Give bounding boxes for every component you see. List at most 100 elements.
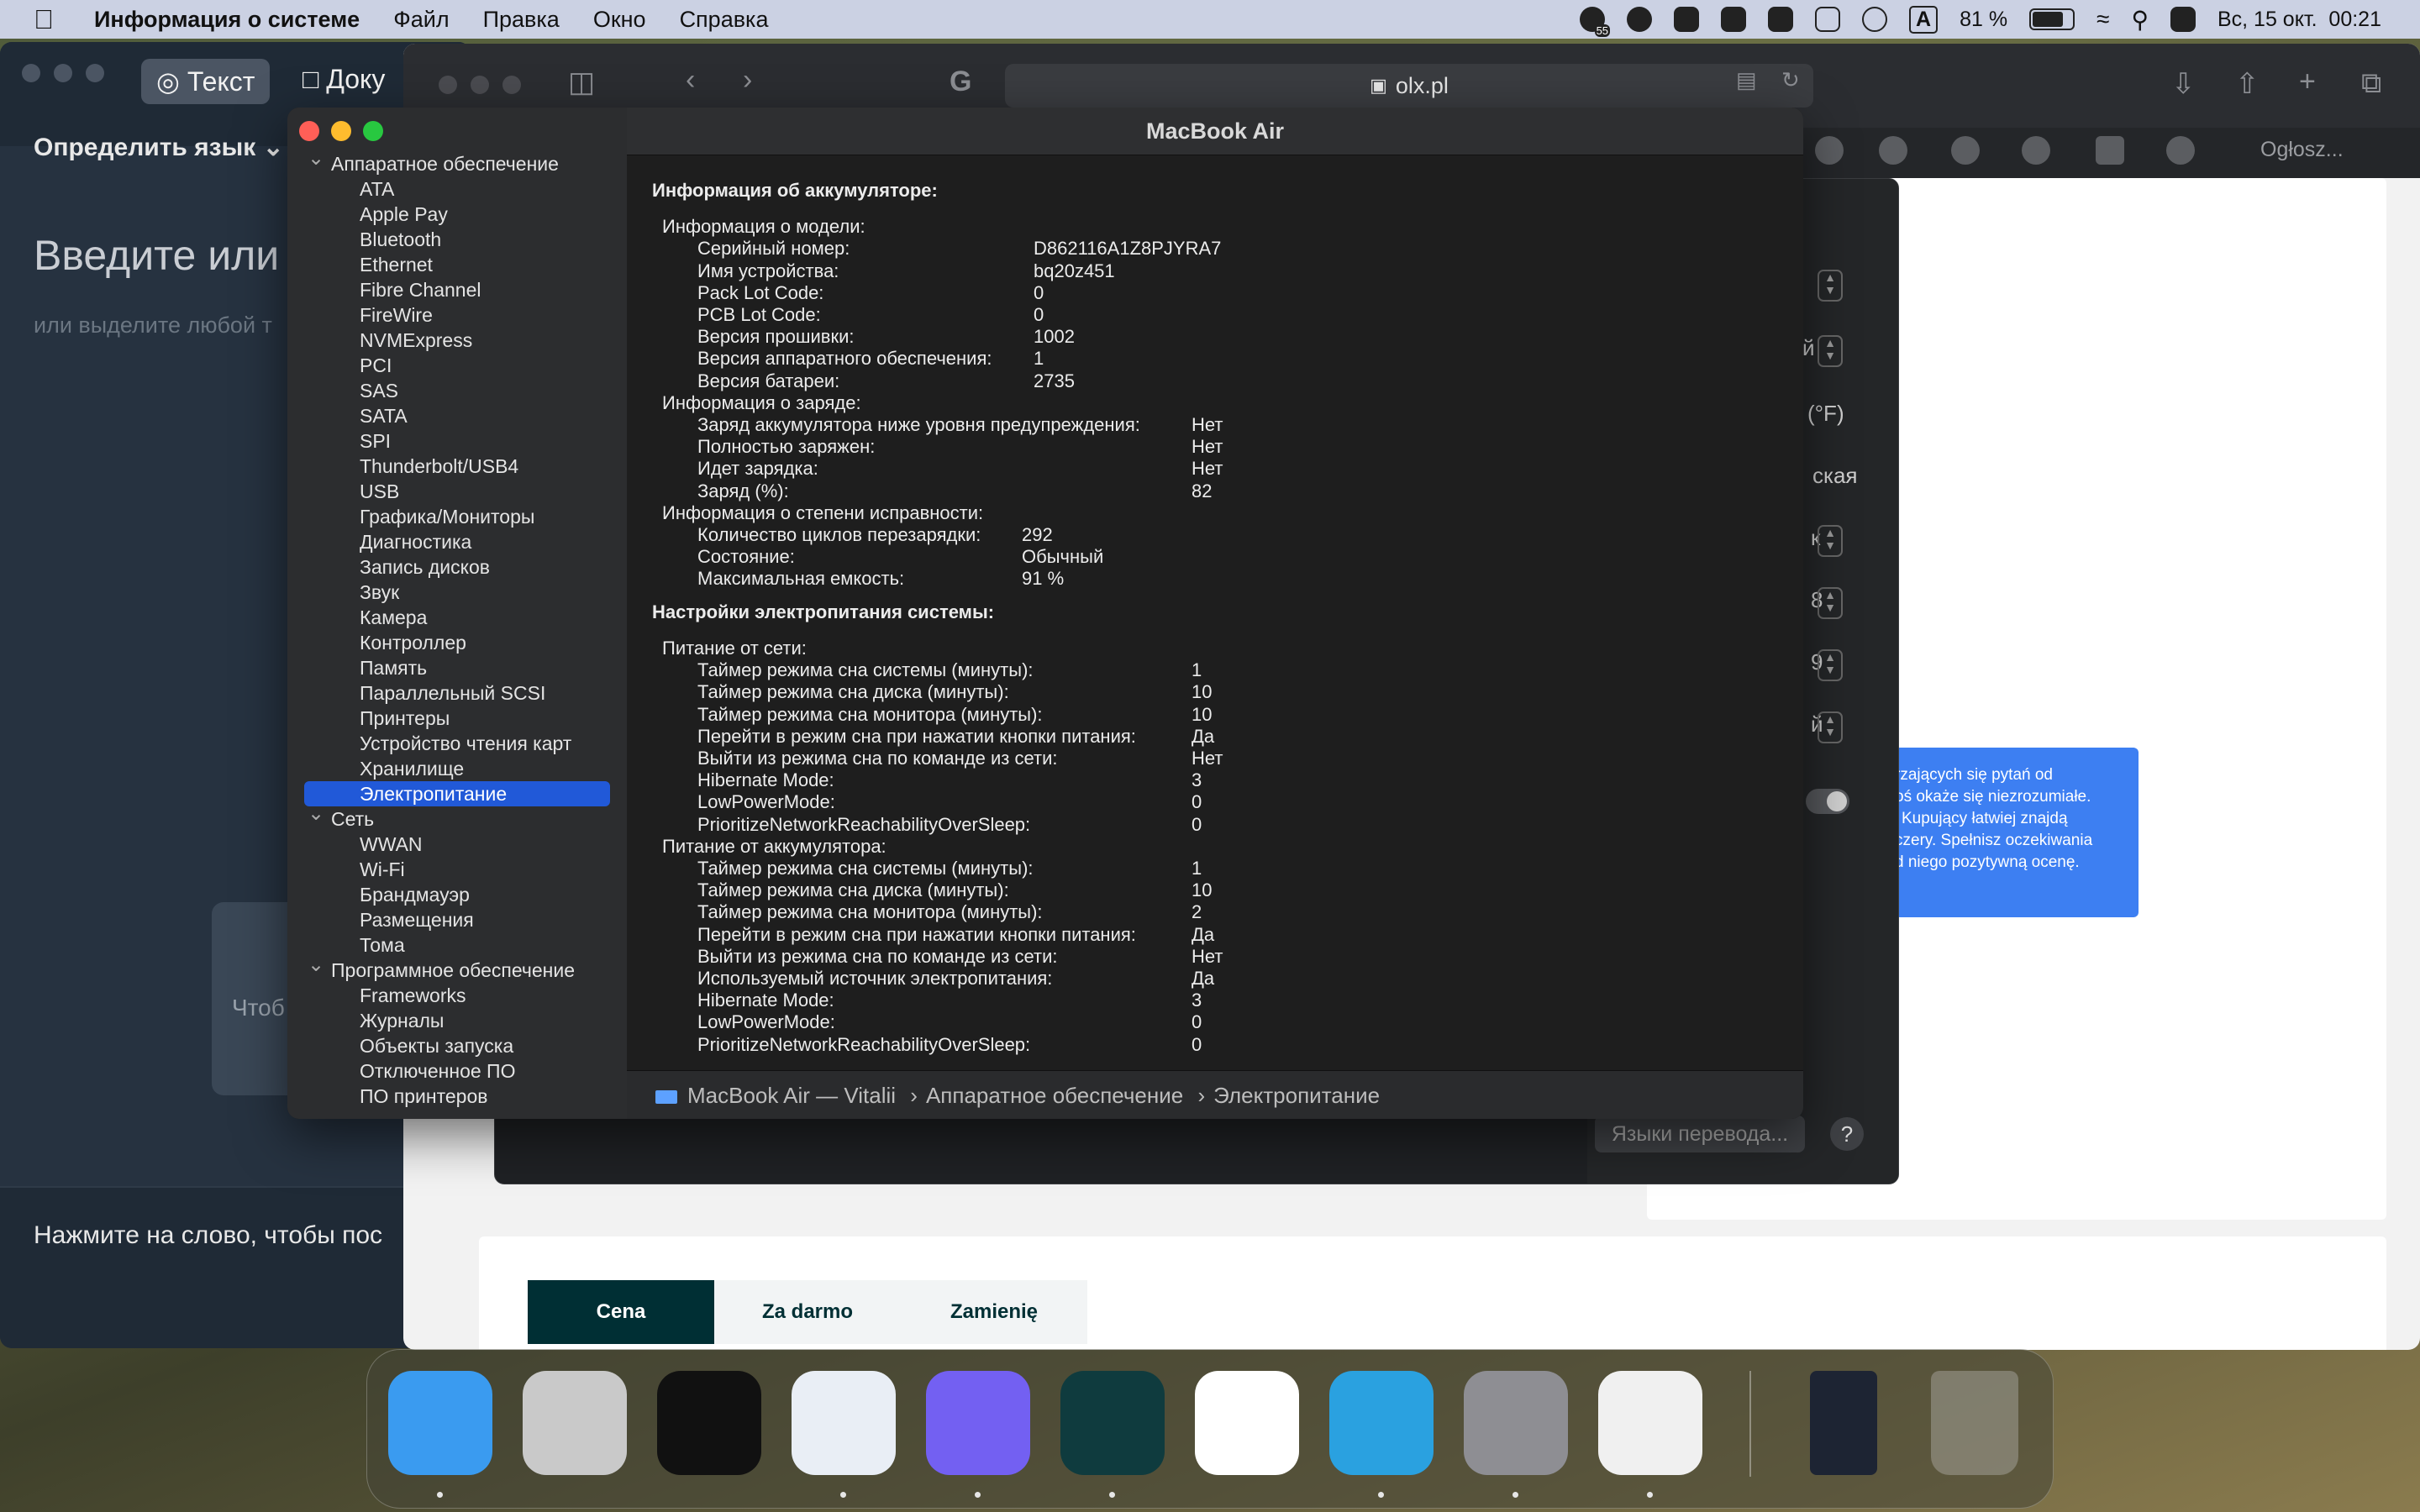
segment-za-darmo[interactable]: Za darmo bbox=[714, 1280, 901, 1344]
favicon-tab-icon[interactable] bbox=[1879, 136, 1907, 165]
tab-text[interactable]: ◎ Текст bbox=[141, 59, 271, 104]
apple-icon[interactable]:  bbox=[34, 4, 64, 35]
telegram-window-thumbnail[interactable] bbox=[1810, 1371, 1877, 1475]
sidebar-item[interactable]: Принтеры bbox=[287, 706, 627, 731]
path-computer[interactable]: MacBook Air — Vitalii bbox=[687, 1083, 896, 1108]
sidebar-item[interactable]: Размещения bbox=[287, 907, 627, 932]
control-center-icon[interactable] bbox=[2170, 7, 2196, 32]
zoom-button[interactable] bbox=[86, 64, 104, 82]
sidebar-item[interactable]: Bluetooth bbox=[287, 227, 627, 252]
download-icon[interactable]: ⇩ bbox=[2171, 67, 2196, 101]
menu-edit[interactable]: Правка bbox=[483, 7, 560, 33]
close-button[interactable] bbox=[22, 64, 40, 82]
clock[interactable]: Вс, 15 окт. 00:21 bbox=[2217, 8, 2381, 32]
google-icon[interactable]: G bbox=[950, 66, 971, 98]
popup-toggle[interactable] bbox=[1806, 789, 1849, 814]
sidebar-category[interactable]: Сеть bbox=[287, 801, 627, 832]
sidebar-item[interactable]: Камера bbox=[287, 605, 627, 630]
minimize-button[interactable] bbox=[54, 64, 72, 82]
tab-documents[interactable]: □ Доку bbox=[302, 64, 385, 95]
browser-minimize-button[interactable] bbox=[471, 76, 489, 94]
segment-cena[interactable]: Cena bbox=[528, 1280, 714, 1344]
battery-icon[interactable] bbox=[2029, 8, 2075, 30]
translate-icon[interactable]: ▤ bbox=[1736, 67, 1757, 93]
address-bar[interactable]: ▣ olx.pl bbox=[1005, 64, 1813, 108]
browser-zoom-button[interactable] bbox=[502, 76, 521, 94]
sidebar-item[interactable]: SATA bbox=[287, 403, 627, 428]
sidebar-item[interactable]: Apple Pay bbox=[287, 202, 627, 227]
sidebar-item[interactable]: Объекты запуска bbox=[287, 1033, 627, 1058]
browser-close-button[interactable] bbox=[439, 76, 457, 94]
sidebar-item[interactable]: Звук bbox=[287, 580, 627, 605]
chip-tool-icon[interactable] bbox=[1598, 1371, 1702, 1475]
stepper-control[interactable]: ▲ ▼ bbox=[1818, 270, 1843, 302]
sidebar-item[interactable]: Параллельный SCSI bbox=[287, 680, 627, 706]
favicon-tab-icon[interactable] bbox=[1815, 136, 1844, 165]
minimize-button[interactable] bbox=[331, 121, 351, 141]
search-icon[interactable]: ⚲ bbox=[2131, 6, 2149, 34]
share-icon[interactable]: ⇧ bbox=[2235, 67, 2260, 101]
menu-app-name[interactable]: Информация о системе bbox=[94, 7, 360, 33]
close-button[interactable] bbox=[299, 121, 319, 141]
sidebar-item[interactable]: SPI bbox=[287, 428, 627, 454]
stepper-control[interactable]: ▲ ▼ bbox=[1818, 587, 1843, 619]
menu-window[interactable]: Окно bbox=[593, 7, 646, 33]
favicon-tab-icon[interactable] bbox=[1951, 136, 1980, 165]
app-bot-icon[interactable] bbox=[1060, 1371, 1165, 1475]
system-settings-icon[interactable] bbox=[1464, 1371, 1568, 1475]
menu-file[interactable]: Файл bbox=[393, 7, 449, 33]
detect-language-dropdown[interactable]: Определить язык ⌄ bbox=[34, 133, 284, 162]
olx-tab-icon[interactable] bbox=[2166, 136, 2195, 165]
stepper-control[interactable]: ▲ ▼ bbox=[1818, 525, 1843, 557]
sidebar-item[interactable]: Запись дисков bbox=[287, 554, 627, 580]
menu-help[interactable]: Справка bbox=[680, 7, 769, 33]
sidebar-item[interactable]: Fibre Channel bbox=[287, 277, 627, 302]
sidebar-category[interactable]: Программное обеспечение bbox=[287, 953, 627, 983]
sidebar-item[interactable]: ATA bbox=[287, 176, 627, 202]
zoom-button[interactable] bbox=[363, 121, 383, 141]
sidebar-item[interactable]: Контроллер bbox=[287, 630, 627, 655]
back-icon[interactable]: ‹ bbox=[686, 64, 695, 97]
sidebar-item[interactable]: Электропитание bbox=[304, 781, 610, 806]
window-status-icon[interactable] bbox=[1815, 7, 1841, 32]
finder-icon[interactable] bbox=[388, 1371, 492, 1475]
input-placeholder[interactable]: Введите или bbox=[34, 231, 279, 280]
viber-status-icon[interactable] bbox=[1627, 7, 1653, 32]
play-status-icon[interactable] bbox=[1862, 7, 1888, 32]
app-grid-icon[interactable] bbox=[657, 1371, 761, 1475]
sidebar-item[interactable]: Thunderbolt/USB4 bbox=[287, 454, 627, 479]
sidebar-item[interactable]: USB bbox=[287, 479, 627, 504]
tab-ogloszenia[interactable]: Ogłosz... bbox=[2260, 138, 2344, 162]
path-item[interactable]: Электропитание bbox=[1213, 1083, 1380, 1108]
stepper-control[interactable]: ▲ ▼ bbox=[1818, 335, 1843, 367]
path-section[interactable]: Аппаратное обеспечение bbox=[926, 1083, 1183, 1108]
drive-status-icon[interactable] bbox=[1721, 7, 1747, 32]
sidebar-item[interactable]: Отключенное ПО bbox=[287, 1058, 627, 1084]
sidebar-item[interactable]: WWAN bbox=[287, 832, 627, 857]
sidebar-item[interactable]: Графика/Мониторы bbox=[287, 504, 627, 529]
sidebar-item[interactable]: Устройство чтения карт bbox=[287, 731, 627, 756]
share-hex-icon[interactable] bbox=[1195, 1371, 1299, 1475]
forward-icon[interactable]: › bbox=[743, 64, 752, 97]
sidebar-item[interactable]: FireWire bbox=[287, 302, 627, 328]
sidebar-toggle-icon[interactable]: ◫ bbox=[568, 66, 595, 99]
sidebar-item[interactable]: NVMExpress bbox=[287, 328, 627, 353]
share-status-icon[interactable] bbox=[1674, 7, 1700, 32]
tab-overview-icon[interactable]: ⧉ bbox=[2361, 67, 2381, 100]
sidebar-item[interactable]: Память bbox=[287, 655, 627, 680]
video-tab-icon[interactable] bbox=[2096, 136, 2124, 165]
sidebar-item[interactable]: ПО принтеров bbox=[287, 1084, 627, 1109]
input-source-icon[interactable]: A bbox=[1909, 5, 1939, 34]
help-button[interactable]: ? bbox=[1830, 1117, 1864, 1151]
translation-languages-button[interactable]: Языки перевода... bbox=[1595, 1116, 1805, 1152]
new-tab-icon[interactable]: + bbox=[2299, 66, 2316, 98]
stepper-control[interactable]: ▲ ▼ bbox=[1818, 711, 1843, 743]
stepper-control[interactable]: ▲ ▼ bbox=[1818, 649, 1843, 681]
sidebar-item[interactable]: Журналы bbox=[287, 1008, 627, 1033]
notification-badge-icon[interactable]: 55 bbox=[1580, 7, 1611, 37]
sidebar-item[interactable]: Диагностика bbox=[287, 529, 627, 554]
reload-icon[interactable]: ↻ bbox=[1781, 67, 1800, 93]
sidebar-item[interactable]: Брандмауэр bbox=[287, 882, 627, 907]
telegram-icon[interactable] bbox=[1329, 1371, 1434, 1475]
keyboard-status-icon[interactable] bbox=[1768, 7, 1794, 32]
